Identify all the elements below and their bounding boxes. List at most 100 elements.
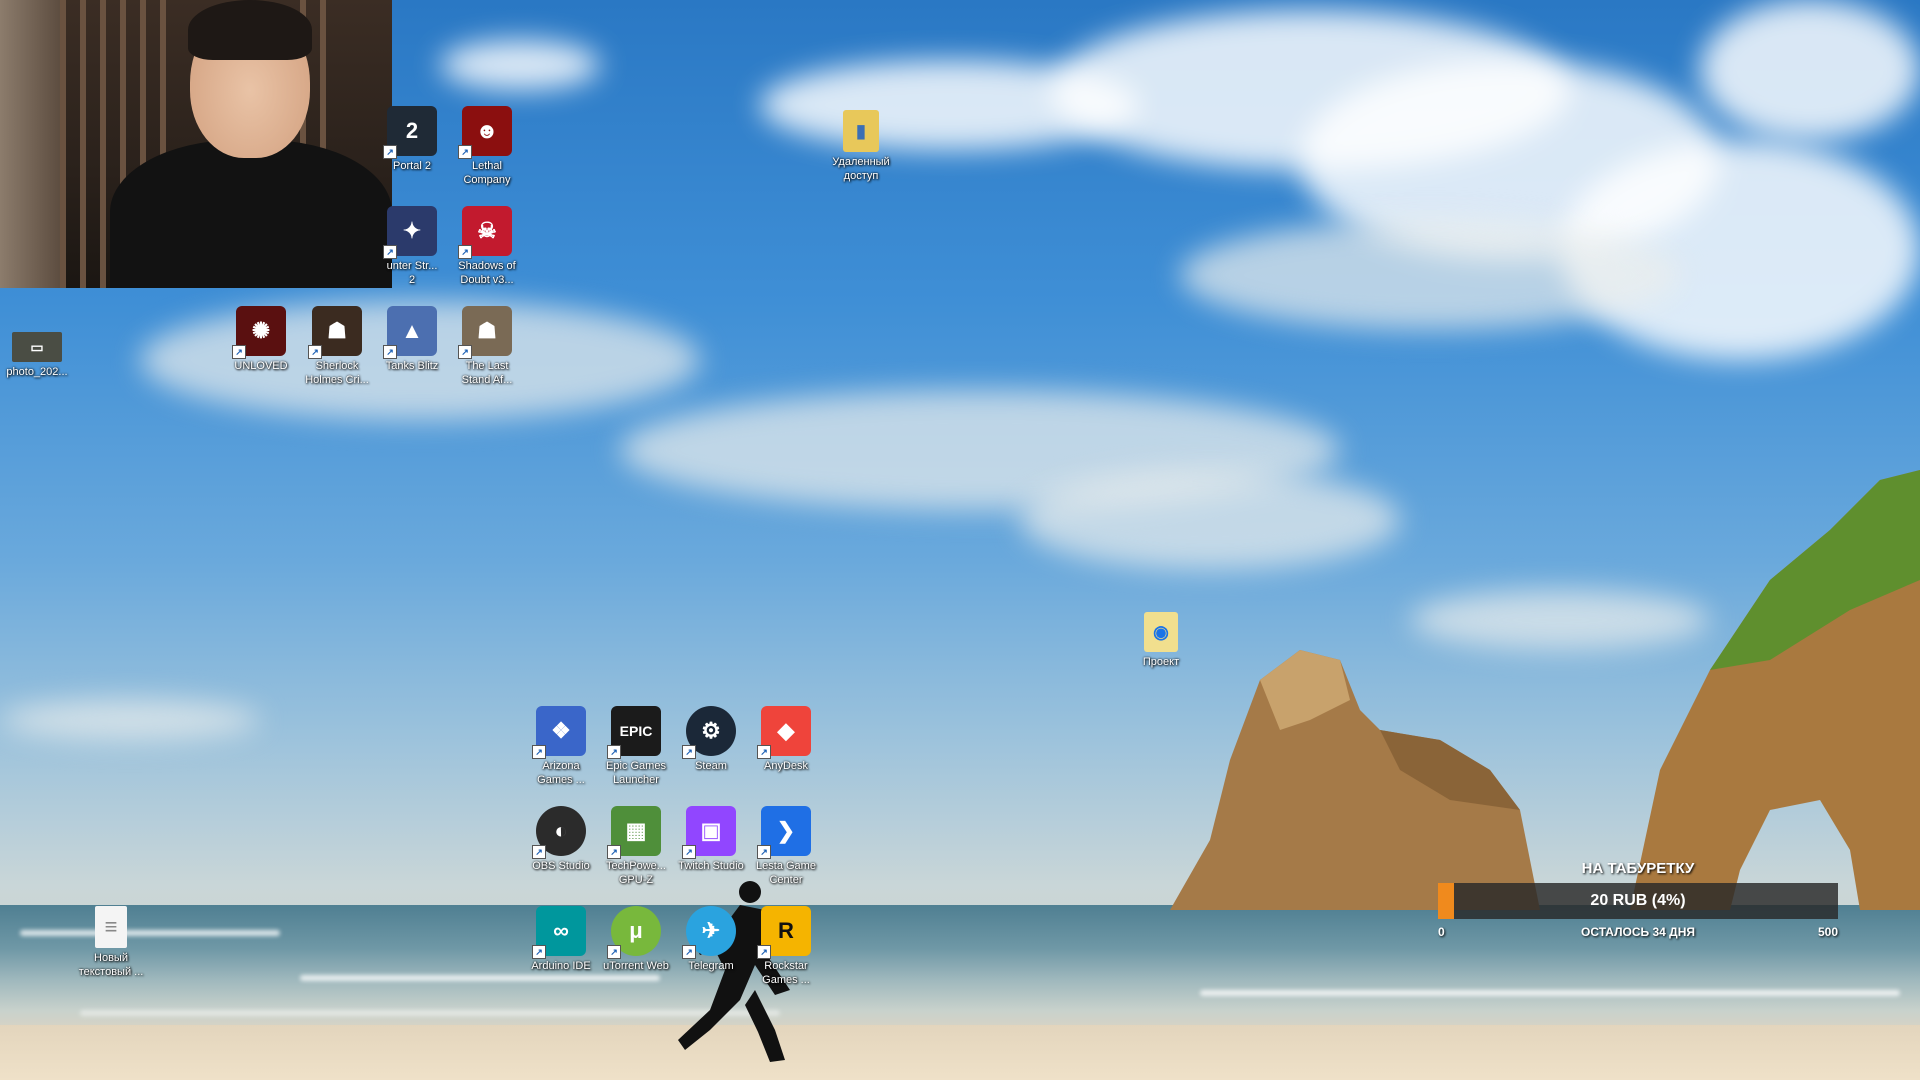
icon-glyph: ⚙ [701,718,721,743]
shortcut-arrow-icon: ↗ [532,745,546,759]
desktop-icon-portal2[interactable]: 2 ↗ Portal 2 [375,106,449,173]
desktop-icon-epic-games[interactable]: EPIC ↗ Epic Games Launcher [599,706,673,787]
desktop-icon-photo[interactable]: ▭ photo_202... [0,322,74,379]
desktop-icon-arizona-games[interactable]: ❖ ↗ Arizona Games ... [524,706,598,787]
shortcut-arrow-icon: ↗ [607,745,621,759]
icon-glyph: ❯ [776,818,796,843]
arizona-games-icon: ❖ ↗ [532,706,586,759]
icon-label: The Last Stand Af... [461,360,513,386]
icon-label: Новый текстовый ... [78,952,144,978]
icon-label: OBS Studio [532,860,590,872]
desktop-icon-unloved[interactable]: ✺ ↗ UNLOVED [224,306,298,373]
icon-label: Shadows of Doubt v3... [458,260,516,286]
wave-foam [20,930,280,936]
icon-glyph: ▮ [856,120,866,141]
shortcut-arrow-icon: ↗ [757,845,771,859]
desktop-icon-steam[interactable]: ⚙ ↗ Steam [674,706,748,773]
desktop-icon-arduino-ide[interactable]: ∞ ↗ Arduino IDE [524,906,598,973]
desktop-icon-lethal-company[interactable]: ☻ ↗ Lethal Company [450,106,524,187]
anydesk-icon: ◆ ↗ [757,706,811,759]
desktop-icon-the-last-stand[interactable]: ☗ ↗ The Last Stand Af... [450,306,524,387]
remote-access-folder-icon: ▮ [843,110,879,152]
wave-foam [300,975,660,981]
desktop-icon-twitch-studio[interactable]: ▣ ↗ Twitch Studio [674,806,748,873]
icon-label: AnyDesk [763,760,809,772]
icon-label: Portal 2 [393,160,431,172]
desktop-icon-lesta-game-center[interactable]: ❯ ↗ Lesta Game Center [749,806,823,887]
twitch-studio-icon: ▣ ↗ [682,806,736,859]
icon-label: Удаленный доступ [832,156,890,182]
icon-label: Lethal Company [463,160,511,186]
utorrent-icon: μ ↗ [607,906,661,959]
wave-foam [1200,990,1900,996]
icon-label: UNLOVED [234,360,288,372]
desktop-icon-counter-strike[interactable]: ✦ ↗ unter Str... 2 [375,206,449,287]
desktop-icon-sherlock-holmes[interactable]: ☗ ↗ Sherlock Holmes Cri... [300,306,374,387]
shortcut-arrow-icon: ↗ [232,345,246,359]
icon-glyph: 2 [405,118,419,143]
desktop-icon-remote-access[interactable]: ▮ Удаленный доступ [824,110,898,183]
desktop-icon-shadows-of-doubt[interactable]: ☠ ↗ Shadows of Doubt v3... [450,206,524,287]
webcam-curtain [80,0,86,288]
icon-glyph: EPIC [619,723,653,739]
icon-glyph: ☗ [327,318,347,343]
desktop-icon-utorrent-web[interactable]: μ ↗ uTorrent Web [599,906,673,973]
webcam-person-hair [188,0,312,60]
webcam-curtain [60,0,66,288]
icon-glyph: ▣ [700,818,722,843]
cloud [1700,0,1920,140]
icon-glyph: ❖ [551,718,571,743]
shortcut-arrow-icon: ↗ [308,345,322,359]
sherlock-holmes-icon: ☗ ↗ [308,306,362,359]
icon-glyph: ✦ [402,218,422,243]
icon-glyph: ☻ [475,118,499,143]
shortcut-arrow-icon: ↗ [383,245,397,259]
rock-arch-right [1630,470,1920,910]
steam-icon: ⚙ ↗ [682,706,736,759]
desktop-icon-anydesk[interactable]: ◆ ↗ AnyDesk [749,706,823,773]
icon-label: Epic Games Launcher [606,760,666,786]
project-folder-icon: ◉ [1144,612,1178,652]
icon-glyph: ▦ [625,818,647,843]
icon-label: Проект [1142,656,1180,668]
icon-label: photo_202... [6,366,68,378]
donation-goal-widget: НА ТАБУРЕТКУ 20 RUB (4%) 0 ОСТАЛОСЬ 34 Д… [1438,858,1838,939]
donation-time-remaining: ОСТАЛОСЬ 34 ДНЯ [1581,925,1695,939]
icon-label: Telegram [688,960,734,972]
desktop-icon-gpu-z[interactable]: ▦ ↗ TechPowe... GPU-Z [599,806,673,887]
desktop-icon-new-text-document[interactable]: ≡ Новый текстовый ... [74,906,148,979]
shortcut-arrow-icon: ↗ [458,345,472,359]
icon-label: Sherlock Holmes Cri... [305,360,369,386]
icon-label: Steam [695,760,727,772]
icon-label: uTorrent Web [603,960,669,972]
donation-amount: 20 RUB (4%) [1590,892,1686,909]
beach-sand [0,1025,1920,1080]
icon-glyph: ≡ [104,914,118,939]
lethal-company-icon: ☻ ↗ [458,106,512,159]
portal2-icon: 2 ↗ [383,106,437,159]
desktop-icon-telegram[interactable]: ✈ ↗ Telegram [674,906,748,973]
icon-label: unter Str... 2 [386,260,438,286]
shortcut-arrow-icon: ↗ [532,945,546,959]
donation-max-value: 500 [1817,925,1838,939]
desktop-icon-rockstar-games[interactable]: R ↗ Rockstar Games ... [749,906,823,987]
desktop-icon-tanks-blitz[interactable]: ▲ ↗ Tanks Blitz [375,306,449,373]
desktop-icon-obs-studio[interactable]: ◐ ↗ OBS Studio [524,806,598,873]
cloud [1180,220,1680,330]
icon-glyph: R [778,918,794,943]
epic-games-icon: EPIC ↗ [607,706,661,759]
lesta-game-center-icon: ❯ ↗ [757,806,811,859]
tanks-blitz-icon: ▲ ↗ [383,306,437,359]
shortcut-arrow-icon: ↗ [383,345,397,359]
photo-icon: ▭ [12,332,62,362]
desktop-icon-project[interactable]: ◉ Проект [1124,612,1198,669]
shortcut-arrow-icon: ↗ [383,145,397,159]
cloud [0,700,260,740]
icon-label: TechPowe... GPU-Z [606,860,666,886]
icon-glyph: ☠ [477,218,497,243]
webcam-curtain [100,0,106,288]
shortcut-arrow-icon: ↗ [458,145,472,159]
icon-label: Rockstar Games ... [762,960,810,986]
donation-progress-bar: 20 RUB (4%) [1438,883,1838,919]
icon-glyph: ◉ [1153,621,1169,642]
